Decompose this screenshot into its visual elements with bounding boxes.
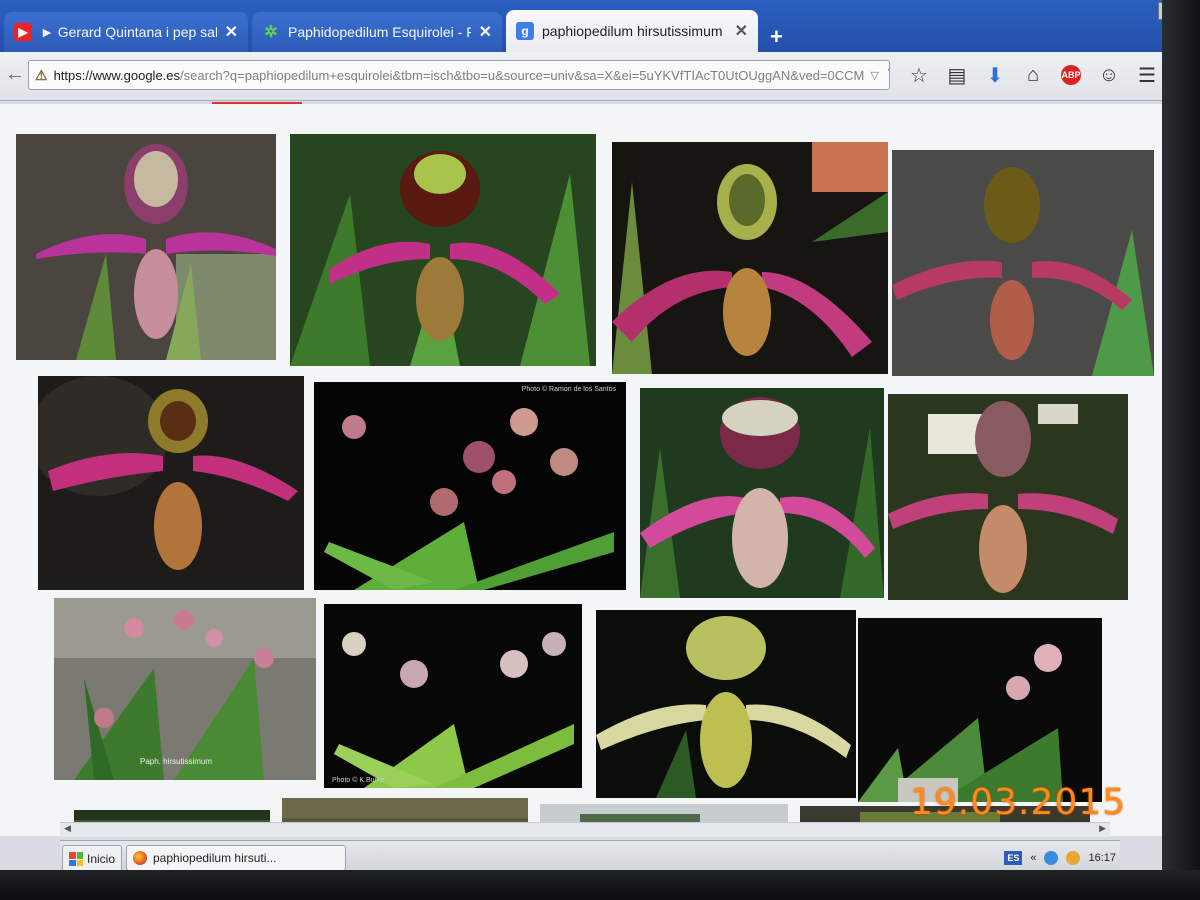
tray-expand-icon[interactable]: « [1030, 852, 1036, 864]
image-result[interactable] [596, 610, 856, 798]
image-result[interactable] [16, 134, 276, 360]
close-icon[interactable]: ✕ [225, 22, 238, 42]
windows-logo-icon [69, 852, 83, 866]
image-result[interactable] [892, 150, 1154, 376]
download-icon[interactable]: ⬇ [976, 60, 1014, 90]
tab-title: ► Gerard Quintana i pep sala-... [40, 24, 217, 40]
leaf-favicon-icon: ✲ [264, 24, 278, 41]
image-result[interactable] [858, 618, 1102, 802]
start-label: Inicio [87, 852, 116, 866]
image-result[interactable] [38, 376, 304, 590]
dropdown-arrow-icon[interactable]: ▽ [864, 69, 878, 82]
address-bar[interactable]: ⚠ https://www.google.es /search?q=paphio… [28, 60, 890, 90]
scroll-right-icon[interactable]: ▶ [1099, 823, 1106, 834]
image-caption: Paph. hirsutissimum [140, 757, 213, 766]
youtube-icon: ▶ [14, 23, 32, 41]
language-indicator[interactable]: ES [1004, 851, 1023, 865]
image-result[interactable] [612, 142, 888, 374]
horizontal-scrollbar[interactable]: ◀ ▶ [60, 822, 1110, 837]
google-favicon-icon: g [516, 22, 534, 40]
tab-youtube[interactable]: ▶ ► Gerard Quintana i pep sala-... ✕ [4, 12, 248, 52]
image-results-grid: Photo © Ramon de los Santos Paph. hirsut… [0, 104, 1168, 836]
toolbar-icons: ☆ ▤ ⬇ ⌂ ABP ☺ ☰ [900, 60, 1166, 90]
reading-list-icon[interactable]: ▤ [938, 60, 976, 90]
home-icon[interactable]: ⌂ [1014, 60, 1052, 90]
tab-google-images[interactable]: g paphiopedilum hirsutissimum - ... ✕ [506, 10, 758, 52]
warning-icon: ⚠ [35, 66, 48, 83]
adblock-icon[interactable]: ABP [1052, 60, 1090, 90]
chat-icon[interactable]: ☺ [1090, 60, 1128, 90]
image-result[interactable]: Paph. hirsutissimum [54, 598, 316, 780]
tab-strip: ▶ ► Gerard Quintana i pep sala-... ✕ ✲ P… [0, 0, 1162, 52]
taskbar-item-firefox[interactable]: paphiopedilum hirsuti... [126, 845, 346, 871]
image-result[interactable]: Photo © K.Burke [324, 604, 582, 788]
image-result[interactable] [290, 134, 596, 366]
security-icon[interactable] [1066, 851, 1081, 865]
reload-icon[interactable]: ↻ [879, 65, 889, 85]
monitor-bezel-bottom [0, 870, 1200, 900]
image-result[interactable] [640, 388, 884, 598]
tab-title: paphiopedilum hirsutissimum - ... [542, 23, 727, 39]
photo-credit: Photo © Ramon de los Santos [521, 386, 616, 393]
menu-icon[interactable]: ☰ [1128, 60, 1166, 90]
system-tray: ES « 16:17 [1004, 847, 1116, 869]
scroll-left-icon[interactable]: ◀ [64, 823, 71, 834]
monitor-screen: ▶ ► Gerard Quintana i pep sala-... ✕ ✲ P… [0, 0, 1200, 900]
monitor-bezel-right [1162, 0, 1200, 900]
new-tab-button[interactable]: + [770, 24, 783, 50]
image-result[interactable] [888, 394, 1128, 600]
navigation-bar: ← ⚠ https://www.google.es /search?q=paph… [0, 52, 1162, 101]
url-host: https://www.google.es [53, 67, 181, 83]
start-button[interactable]: Inicio [62, 845, 123, 873]
url-path: /search?q=paphiopedilum+esquirolei&tbm=i… [180, 67, 865, 83]
close-icon[interactable]: ✕ [735, 21, 748, 41]
task-label: paphiopedilum hirsuti... [153, 851, 277, 865]
firefox-icon [133, 851, 147, 865]
image-result[interactable]: Photo © Ramon de los Santos [314, 382, 626, 590]
close-icon[interactable]: ✕ [479, 22, 492, 42]
tab-orchid-forum[interactable]: ✲ Paphidopedilum Esquirolei - Fo... ✕ [252, 12, 502, 52]
clock[interactable]: 16:17 [1088, 852, 1116, 864]
back-button[interactable]: ← [2, 60, 28, 88]
camera-date-stamp: 19.03.2015 [910, 782, 1127, 823]
photo-credit: Photo © K.Burke [332, 777, 385, 784]
network-icon[interactable] [1044, 851, 1059, 865]
bookmark-star-icon[interactable]: ☆ [900, 60, 938, 90]
tab-title: Paphidopedilum Esquirolei - Fo... [288, 24, 471, 40]
